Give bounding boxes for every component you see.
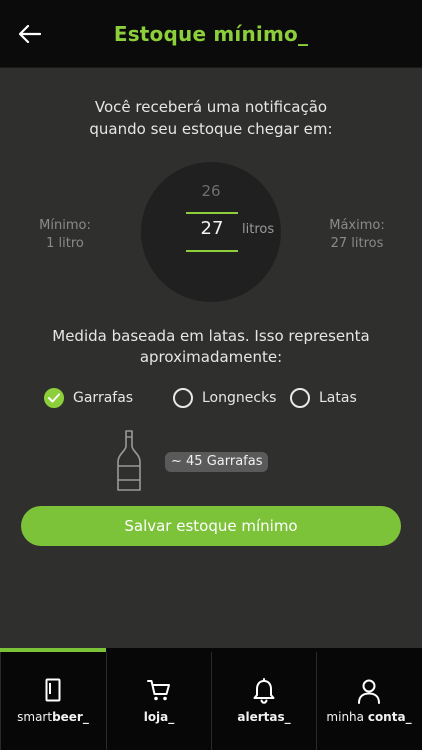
- picker-current-value[interactable]: 27: [186, 218, 238, 239]
- measure-line-2: aproximadamente:: [139, 348, 283, 366]
- estimate-badge: ~ 45 Garrafas: [165, 452, 269, 472]
- page-title: Estoque mínimo_: [113, 22, 309, 46]
- checkmark-icon[interactable]: [44, 388, 64, 408]
- intro-line-1: Você receberá uma notificação: [94, 98, 328, 116]
- measure-line-1: Medida baseada em latas. Isso representa: [52, 327, 370, 345]
- minimum-title: Mínimo:: [39, 218, 91, 233]
- picker-bottom-line: [186, 250, 238, 252]
- main-content: Você receberá uma notificação quando seu…: [0, 68, 422, 648]
- user-icon: [317, 678, 421, 704]
- option-label-longnecks: Longnecks: [202, 390, 277, 406]
- option-label-latas: Latas: [319, 390, 357, 406]
- maximum-title: Máximo:: [329, 218, 385, 233]
- tab-alertas[interactable]: alertas_: [211, 652, 316, 750]
- tab-label-alertas: alertas_: [237, 710, 291, 724]
- fridge-icon: [1, 678, 105, 704]
- bell-icon: [212, 678, 316, 704]
- app-header: Estoque mínimo_: [0, 0, 422, 68]
- picker-previous-value[interactable]: 26: [141, 182, 281, 200]
- cart-icon: [107, 678, 211, 704]
- minimum-value: 1 litro: [46, 236, 84, 251]
- notification-description: Você receberá uma notificação quando seu…: [20, 96, 402, 140]
- tab-smartbeer[interactable]: smartbeer_: [0, 652, 105, 750]
- option-latas[interactable]: Latas: [290, 388, 357, 408]
- measure-description: Medida baseada em latas. Isso representa…: [20, 326, 402, 368]
- tab-loja[interactable]: loja_: [106, 652, 211, 750]
- option-longnecks[interactable]: Longnecks: [173, 388, 276, 408]
- stock-picker[interactable]: 26 27 litros: [141, 162, 281, 302]
- tab-label-smartbeer: smartbeer_: [17, 710, 89, 724]
- tab-label-loja: loja_: [143, 710, 175, 724]
- minimum-label: Mínimo: 1 litro: [20, 217, 110, 253]
- bottle-icon: [116, 430, 142, 496]
- bottom-tab-bar: smartbeer_ loja_ alertas_ minha conta_: [0, 648, 422, 750]
- tab-minha-conta[interactable]: minha conta_: [316, 652, 421, 750]
- tab-label-minha-conta: minha conta_: [326, 710, 412, 724]
- save-minimum-stock-button[interactable]: Salvar estoque mínimo: [21, 506, 401, 546]
- option-garrafas[interactable]: Garrafas: [44, 388, 133, 408]
- picker-unit: litros: [242, 222, 275, 237]
- option-label-garrafas: Garrafas: [73, 390, 134, 406]
- radio-icon[interactable]: [173, 388, 193, 408]
- radio-icon[interactable]: [290, 388, 310, 408]
- picker-top-line: [186, 212, 238, 214]
- maximum-label: Máximo: 27 litros: [312, 217, 402, 253]
- intro-line-2: quando seu estoque chegar em:: [89, 120, 333, 138]
- maximum-value: 27 litros: [330, 236, 384, 251]
